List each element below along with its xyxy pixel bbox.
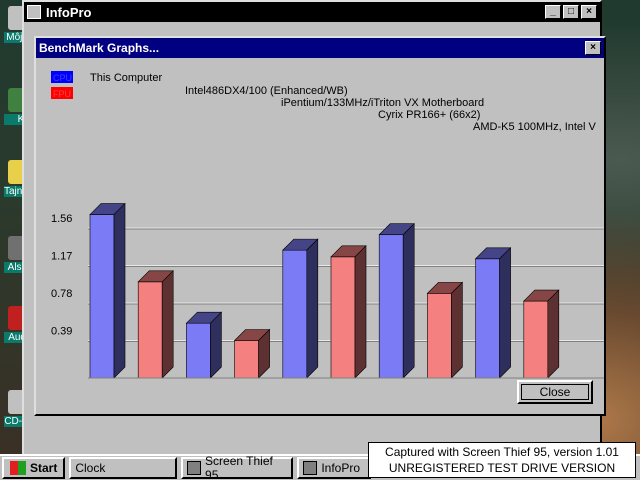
chart-svg: 0.39 0.78 1.17 1.56 CPU FPU This Computer Intel… xyxy=(51,71,604,379)
bar-cpu xyxy=(282,249,308,379)
bar-side-cpu xyxy=(210,311,222,379)
dialog-title: BenchMark Graphs... xyxy=(39,41,160,55)
taskbar-screen-thief[interactable]: Screen Thief 95 xyxy=(181,454,294,480)
bar-fpu xyxy=(330,256,356,379)
taskbar-screen-thief-label: Screen Thief 95 xyxy=(205,454,273,480)
bar-side-cpu xyxy=(402,223,415,379)
dialog-close-x-button[interactable]: × xyxy=(585,41,601,55)
y-tick-label: 1.17 xyxy=(51,251,72,263)
bar-side-fpu xyxy=(451,281,463,379)
bar-side-cpu xyxy=(306,238,319,379)
taskbar-infopro[interactable]: InfoPro xyxy=(297,457,372,479)
bar-side-fpu xyxy=(354,245,367,379)
watermark-line-1: Captured with Screen Thief 95, version 1… xyxy=(385,445,619,459)
close-button[interactable]: × xyxy=(581,5,597,19)
bar-cpu xyxy=(186,322,211,379)
bar-fpu xyxy=(137,281,163,379)
close-button[interactable]: Close xyxy=(517,380,593,404)
category-label: iPentium/133MHz/iTriton VX Motherboard xyxy=(281,97,484,109)
minimize-button[interactable]: _ xyxy=(545,5,561,19)
y-tick-label: 0.78 xyxy=(51,288,72,300)
watermark: Captured with Screen Thief 95, version 1… xyxy=(368,442,636,478)
bar-side-fpu xyxy=(547,289,560,379)
series-header-label: This Computer xyxy=(90,72,162,84)
bar-cpu xyxy=(89,214,115,379)
y-tick-label: 1.56 xyxy=(51,213,72,225)
infopro-app-icon xyxy=(27,5,41,19)
benchmark-dialog: BenchMark Graphs... × 0.39 0.78 1.17 1.56 CP… xyxy=(34,36,606,416)
bar-cpu xyxy=(475,258,500,379)
dialog-titlebar[interactable]: BenchMark Graphs... × xyxy=(36,38,604,58)
bar-side-cpu xyxy=(113,202,126,379)
watermark-line-2: UNREGISTERED TEST DRIVE VERSION xyxy=(388,461,616,475)
infopro-title: InfoPro xyxy=(46,4,92,20)
category-label: AMD-K5 100MHz, Intel V xyxy=(473,121,597,133)
category-label: Cyrix PR166+ (66x2) xyxy=(378,109,480,121)
screen-thief-icon xyxy=(187,461,202,475)
category-label: Intel486DX4/100 (Enhanced/WB) xyxy=(185,85,348,97)
legend-label-cpu: CPU xyxy=(53,73,72,83)
windows-logo-icon xyxy=(10,461,26,475)
taskbar-clock-label: Clock xyxy=(75,461,106,475)
y-tick-label: 0.39 xyxy=(51,326,72,338)
maximize-button[interactable]: □ xyxy=(563,5,579,19)
infopro-icon xyxy=(303,461,318,475)
bar-cpu xyxy=(378,234,404,379)
infopro-titlebar[interactable]: InfoPro _ □ × xyxy=(24,2,600,22)
bar-fpu xyxy=(523,300,549,379)
taskbar-clock[interactable]: Clock xyxy=(69,457,178,479)
legend-label-fpu: FPU xyxy=(53,89,71,99)
start-button[interactable]: Start xyxy=(2,457,66,479)
bar-fpu xyxy=(427,293,452,379)
bar-side-fpu xyxy=(161,270,174,379)
taskbar-infopro-label: InfoPro xyxy=(321,461,361,475)
benchmark-chart: 0.39 0.78 1.17 1.56 CPU FPU This Computer Intel… xyxy=(48,62,604,380)
start-label: Start xyxy=(30,461,58,475)
bar-fpu xyxy=(234,340,259,379)
bar-side-cpu xyxy=(499,247,511,379)
